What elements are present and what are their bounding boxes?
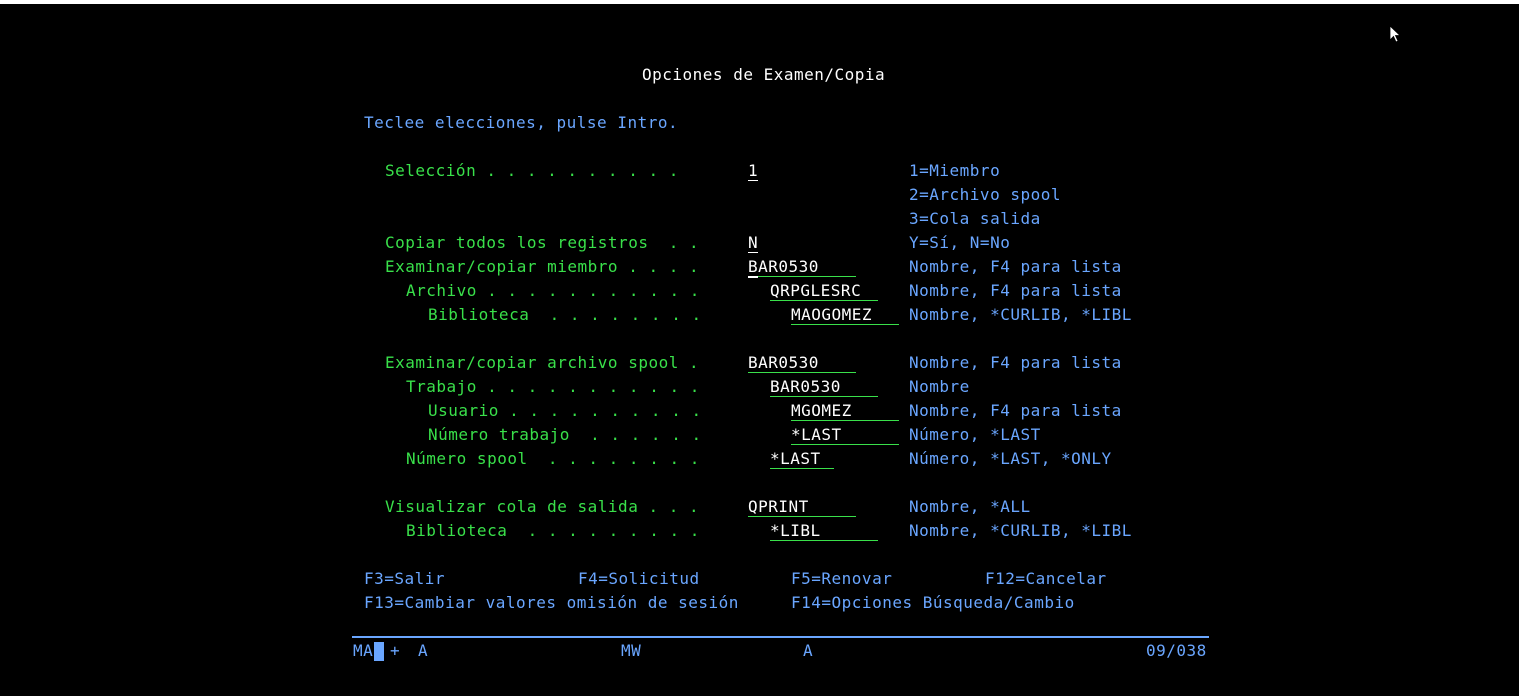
label-biblioteca-miembro: Biblioteca . . . . . . . . [428, 305, 702, 324]
fkey-f5[interactable]: F5=Renovar [791, 570, 892, 588]
help-examinar-miembro: Nombre, F4 para lista [909, 257, 1122, 276]
label-copiar-todos: Copiar todos los registros . . [385, 233, 700, 252]
input-biblioteca-miembro[interactable]: MAOGOMEZ [791, 306, 899, 325]
cursor-position: 09/038 [1146, 641, 1207, 660]
input-examinar-miembro[interactable]: BAR0530 [748, 258, 856, 277]
status-a-mid: A [803, 641, 814, 660]
input-examinar-spool[interactable]: BAR0530 [748, 354, 856, 373]
status-session-indicator: MA [353, 641, 374, 660]
terminal-screen: Opciones de Examen/Copia Teclee eleccion… [0, 0, 1519, 696]
label-archivo: Archivo . . . . . . . . . . . [406, 281, 700, 300]
help-copiar-todos: Y=Sí, N=No [909, 233, 1011, 252]
input-usuario[interactable]: MGOMEZ [791, 402, 899, 421]
fkey-f13[interactable]: F13=Cambiar valores omisión de sesión [364, 594, 739, 612]
help-usuario: Nombre, F4 para lista [909, 401, 1122, 420]
help-biblioteca-miembro: Nombre, *CURLIB, *LIBL [909, 305, 1132, 324]
help-seleccion-2: 2=Archivo spool [909, 185, 1061, 204]
help-seleccion-1: 1=Miembro [909, 161, 1001, 180]
fkey-f12[interactable]: F12=Cancelar [985, 570, 1107, 588]
help-biblioteca-cola: Nombre, *CURLIB, *LIBL [909, 521, 1132, 540]
label-biblioteca-cola: Biblioteca . . . . . . . . . [406, 521, 700, 540]
help-examinar-spool: Nombre, F4 para lista [909, 353, 1122, 372]
input-archivo[interactable]: QRPGLESRC [770, 282, 878, 301]
label-examinar-spool: Examinar/copiar archivo spool . [385, 353, 700, 372]
page-title: Opciones de Examen/Copia [642, 65, 886, 84]
fkey-f14[interactable]: F14=Opciones Búsqueda/Cambio [791, 594, 1075, 612]
status-a-left: A [418, 641, 429, 660]
help-trabajo: Nombre [909, 377, 970, 396]
input-biblioteca-cola[interactable]: *LIBL [770, 522, 878, 541]
help-numero-spool: Número, *LAST, *ONLY [909, 449, 1112, 468]
label-seleccion: Selección . . . . . . . . . . [385, 161, 679, 180]
label-trabajo: Trabajo . . . . . . . . . . . [406, 377, 700, 396]
input-numero-spool[interactable]: *LAST [770, 450, 834, 469]
label-examinar-miembro: Examinar/copiar miembro . . . . [385, 257, 700, 276]
label-visualizar-cola: Visualizar cola de salida . . . [385, 497, 700, 516]
help-seleccion-3: 3=Cola salida [909, 209, 1041, 228]
mouse-pointer-icon [1389, 25, 1401, 43]
input-seleccion[interactable]: 1 [748, 162, 759, 181]
label-usuario: Usuario . . . . . . . . . . [428, 401, 702, 420]
help-numero-trabajo: Número, *LAST [909, 425, 1041, 444]
status-mw: MW [621, 641, 642, 660]
input-copiar-todos[interactable]: N [748, 234, 759, 253]
status-plus: + [390, 641, 401, 660]
help-visualizar-cola: Nombre, *ALL [909, 497, 1031, 516]
fkey-f4[interactable]: F4=Solicitud [578, 570, 700, 588]
input-trabajo[interactable]: BAR0530 [770, 378, 878, 397]
help-archivo: Nombre, F4 para lista [909, 281, 1122, 300]
input-visualizar-cola[interactable]: QPRINT [748, 498, 856, 517]
status-divider [352, 636, 1209, 638]
instruction-text: Teclee elecciones, pulse Intro. [364, 113, 679, 132]
status-block-cursor [374, 642, 384, 661]
label-numero-spool: Número spool . . . . . . . . [406, 449, 700, 468]
label-numero-trabajo: Número trabajo . . . . . . [428, 425, 702, 444]
fkey-f3[interactable]: F3=Salir [364, 570, 445, 588]
text-cursor [748, 276, 758, 278]
input-numero-trabajo[interactable]: *LAST [791, 426, 899, 445]
